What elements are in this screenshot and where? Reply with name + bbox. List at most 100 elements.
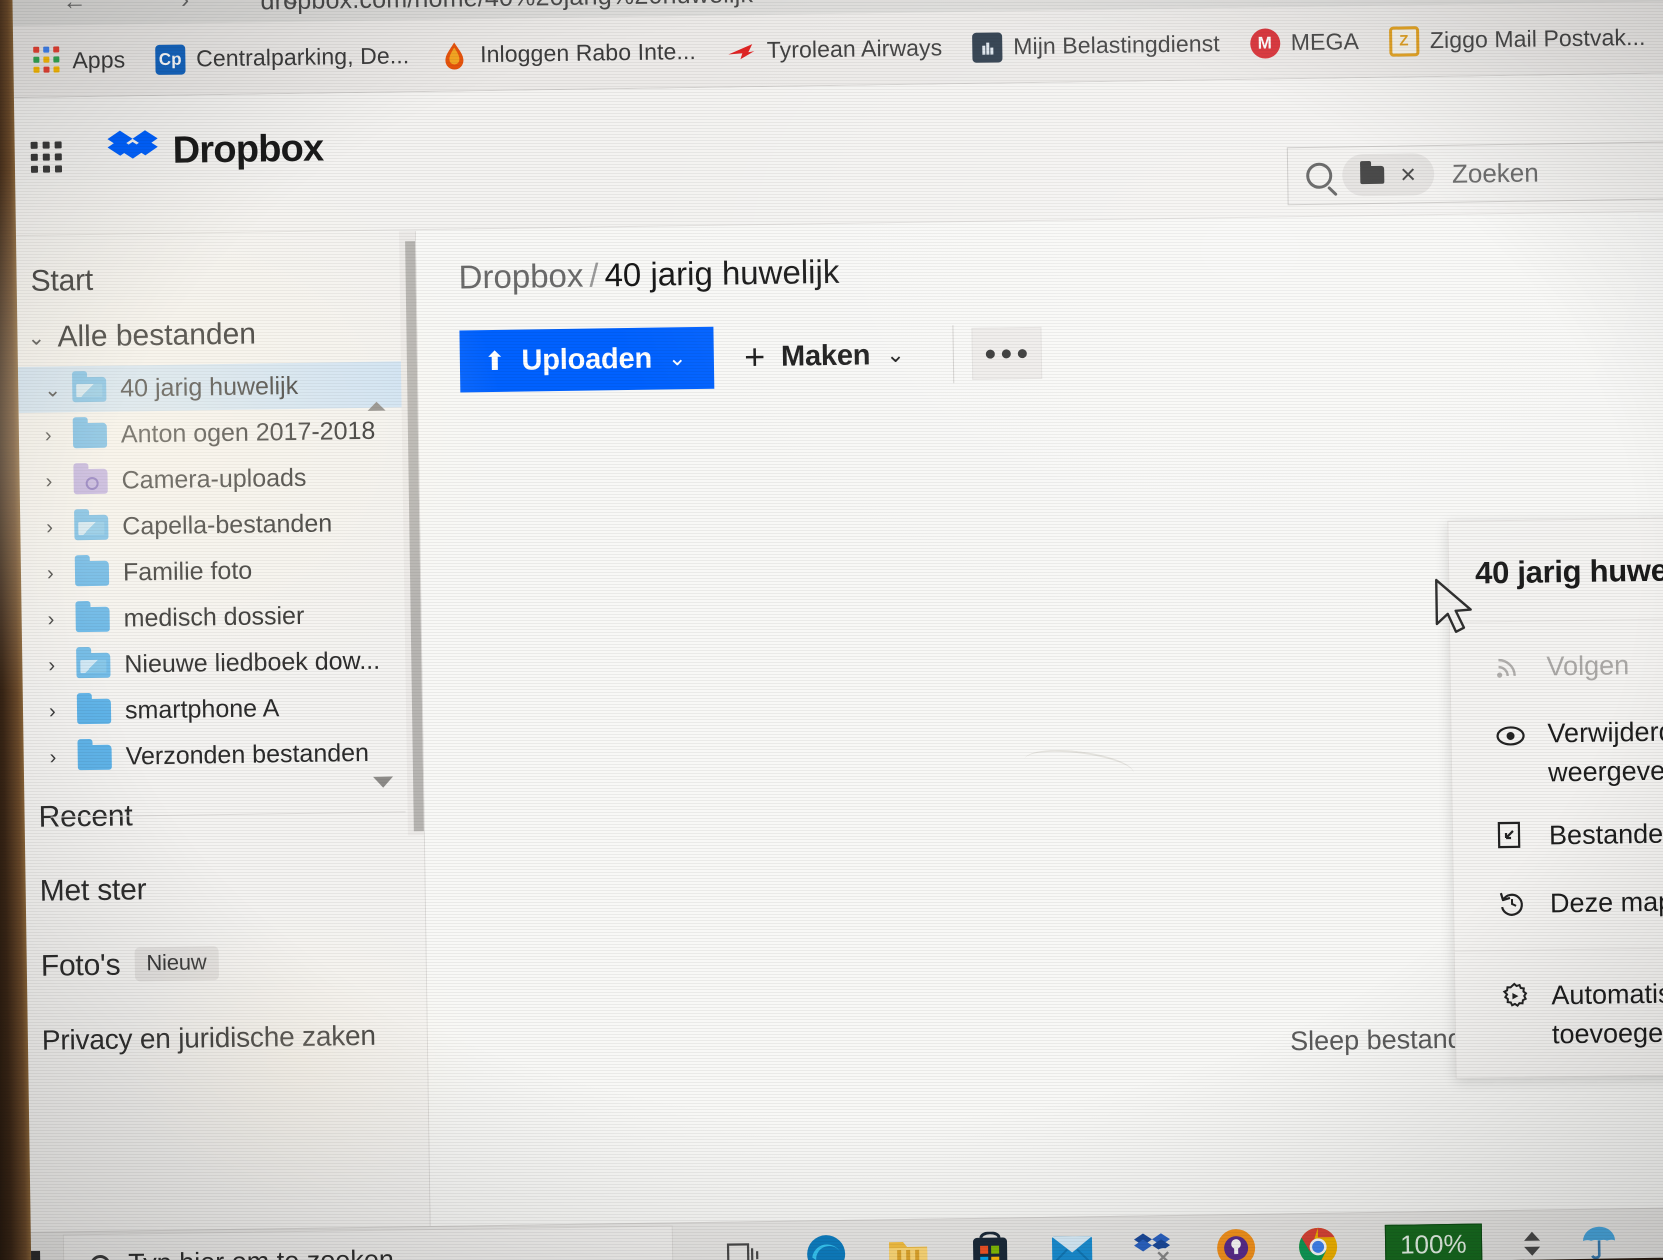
folder-icon [74, 560, 110, 586]
rss-feed-icon [1494, 652, 1525, 692]
microsoft-store-icon[interactable] [967, 1228, 1014, 1260]
create-button-label: Maken [780, 338, 871, 373]
tree-item-medisch-dossier[interactable]: › medisch dossier [21, 591, 421, 643]
menu-item-label: Volgen [1546, 650, 1630, 682]
tree-item-capella-bestanden[interactable]: › Capella-bestanden [20, 499, 420, 551]
folder-tree: ⌄ 40 jarig huwelijk › Anton ogen 2017-20… [17, 361, 423, 781]
tree-item-label: Anton ogen 2017-2018 [120, 416, 376, 449]
chevron-down-icon: ⌄ [27, 326, 46, 350]
sidebar-item-starred[interactable]: Met ster [25, 849, 425, 929]
chevron-right-icon[interactable]: › [47, 562, 61, 585]
create-button[interactable]: + Maken ⌄ [714, 323, 935, 388]
rewind-clock-icon [1498, 888, 1529, 928]
breadcrumb-root[interactable]: Dropbox [458, 257, 583, 296]
menu-item-verwijderde-bestanden-weergeven[interactable]: Verwijderde bestanden weergeven [1451, 698, 1663, 806]
task-view-icon[interactable] [721, 1232, 768, 1260]
belastingdienst-icon [972, 31, 1003, 63]
google-chrome-icon[interactable] [1295, 1223, 1342, 1260]
tree-item-anton-ogen[interactable]: › Anton ogen 2017-2018 [19, 407, 419, 459]
bookmark-belastingdienst[interactable]: Mijn Belastingdienst [972, 29, 1220, 63]
menu-item-volgen[interactable]: Volgen [1450, 631, 1663, 704]
sidebar-item-privacy[interactable]: Privacy en juridische zaken [27, 998, 427, 1078]
menu-item-bestanden-aanvragen[interactable]: Bestanden aanvragen [1453, 800, 1663, 873]
search-input[interactable]: Zoeken [1452, 157, 1539, 189]
bookmark-centralparking[interactable]: Cp Centralparking, De... [154, 41, 410, 75]
folder-icon [1360, 165, 1385, 185]
bookmark-label: Centralparking, De... [195, 42, 410, 72]
sidebar-item-photos[interactable]: Foto's Nieuw [26, 923, 426, 1004]
tree-scroll-down-icon[interactable] [373, 776, 394, 788]
chevron-right-icon[interactable]: › [48, 654, 62, 677]
tree-item-verzonden-bestanden[interactable]: › Verzonden bestanden [23, 729, 423, 781]
search-bar[interactable]: × Zoeken [1286, 141, 1663, 206]
bookmark-rabobank[interactable]: Inloggen Rabo Inte... [439, 36, 696, 70]
centralparking-icon: Cp [154, 44, 186, 75]
bookmark-ziggo[interactable]: Z Ziggo Mail Postvak... [1388, 22, 1646, 57]
upload-arrow-icon: ⬆ [483, 345, 506, 376]
tyrolean-airways-icon [726, 36, 756, 66]
breadcrumb: Dropbox/40 jarig huwelijk [458, 253, 839, 297]
menu-item-automatisering-toevoegen[interactable]: Automatisering toevoegen [1455, 959, 1663, 1067]
search-filter-chip[interactable]: × [1341, 153, 1435, 197]
sidebar-item-all-files[interactable]: ⌄ Alle bestanden [17, 305, 417, 367]
apps-grid-icon [31, 45, 61, 76]
bookmark-apps[interactable]: Apps [31, 45, 125, 76]
more-options-button[interactable] [971, 326, 1042, 380]
menu-item-deze-map-terugdraaien[interactable]: Deze map terugdraaien [1454, 867, 1663, 940]
upload-button[interactable]: ⬆ Uploaden ⌄ [459, 326, 715, 393]
screen-reflection [1022, 744, 1136, 789]
chevron-right-icon[interactable]: › [49, 700, 63, 723]
tree-item-label: smartphone A [124, 693, 280, 725]
chevron-right-icon[interactable]: › [50, 746, 64, 769]
mail-icon[interactable] [1049, 1227, 1096, 1260]
apps-grid-icon[interactable] [30, 141, 63, 173]
breadcrumb-separator: / [589, 256, 599, 294]
chevron-right-icon[interactable]: › [46, 516, 60, 539]
file-explorer-icon[interactable] [885, 1229, 932, 1260]
url-text[interactable]: dropbox.com/home/40%20jarig%20huwelijk [260, 0, 753, 16]
tree-item-nieuwe-liedboek[interactable]: › Nieuwe liedboek dow... [22, 637, 422, 689]
taskbar-search-input[interactable]: Typ hier om te zoeken [62, 1224, 674, 1260]
chevron-right-icon[interactable]: › [45, 424, 59, 447]
umbrella-icon[interactable] [1575, 1219, 1622, 1260]
folder-icon [72, 422, 108, 448]
menu-item-label: Verwijderde bestanden weergeven [1547, 714, 1663, 788]
dropbox-tray-icon[interactable] [1131, 1225, 1178, 1260]
status-badge: Nieuw [134, 946, 219, 982]
tree-item-label: Familie foto [122, 556, 253, 587]
chevron-down-icon[interactable]: ⌄ [44, 377, 61, 402]
folder-image-icon [72, 376, 107, 402]
menu-item-label: Bestanden aanvragen [1548, 817, 1663, 851]
screen-area: ← › ⟳ ▪ dropbox.com/home/40%20jarig%20hu… [0, 0, 1663, 1260]
brand-name: Dropbox [172, 127, 324, 172]
spinner-arrows-icon[interactable] [1523, 1231, 1540, 1256]
bookmark-label: Ziggo Mail Postvak... [1429, 23, 1646, 54]
ellipsis-icon [1001, 348, 1012, 358]
dropbox-brand[interactable]: Dropbox [106, 126, 324, 175]
sidebar: Start ⌄ Alle bestanden ⌄ 40 jarig huweli… [15, 231, 432, 1260]
ellipsis-icon [1017, 348, 1028, 358]
tree-scroll-up-icon[interactable] [367, 401, 386, 411]
chevron-right-icon[interactable]: › [45, 470, 59, 493]
tree-item-camera-uploads[interactable]: › Camera-uploads [19, 453, 419, 505]
tree-item-familie-foto[interactable]: › Familie foto [21, 545, 421, 597]
zoom-level-badge[interactable]: 100% [1384, 1223, 1482, 1260]
tree-item-smartphone-a[interactable]: › smartphone A [23, 683, 423, 735]
plus-icon: + [743, 335, 766, 378]
avast-icon[interactable] [1213, 1224, 1260, 1260]
microsoft-edge-icon[interactable] [803, 1230, 850, 1260]
menu-group-1: Volgen Verwijderde bestanden weergeven [1450, 617, 1663, 951]
sidebar-item-start[interactable]: Start [16, 247, 416, 311]
bookmark-tyrolean[interactable]: Tyrolean Airways [726, 33, 943, 66]
bookmark-label: MEGA [1290, 28, 1360, 56]
gear-play-icon [1499, 980, 1530, 1022]
ellipsis-icon [985, 349, 996, 359]
tree-item-40-jarig-huwelijk[interactable]: ⌄ 40 jarig huwelijk [17, 361, 418, 414]
bookmark-mega[interactable]: M MEGA [1249, 27, 1360, 59]
main-content: Dropbox/40 jarig huwelijk ⬆ Uploaden ⌄ +… [415, 212, 1663, 1260]
close-icon[interactable]: × [1400, 159, 1416, 189]
chevron-right-icon[interactable]: › [48, 608, 62, 631]
bookmark-label: Mijn Belastingdienst [1013, 30, 1220, 60]
drop-files-hint: Sleep bestande [1289, 1023, 1478, 1057]
app-topbar: Dropbox × Zoeken [13, 73, 1663, 237]
